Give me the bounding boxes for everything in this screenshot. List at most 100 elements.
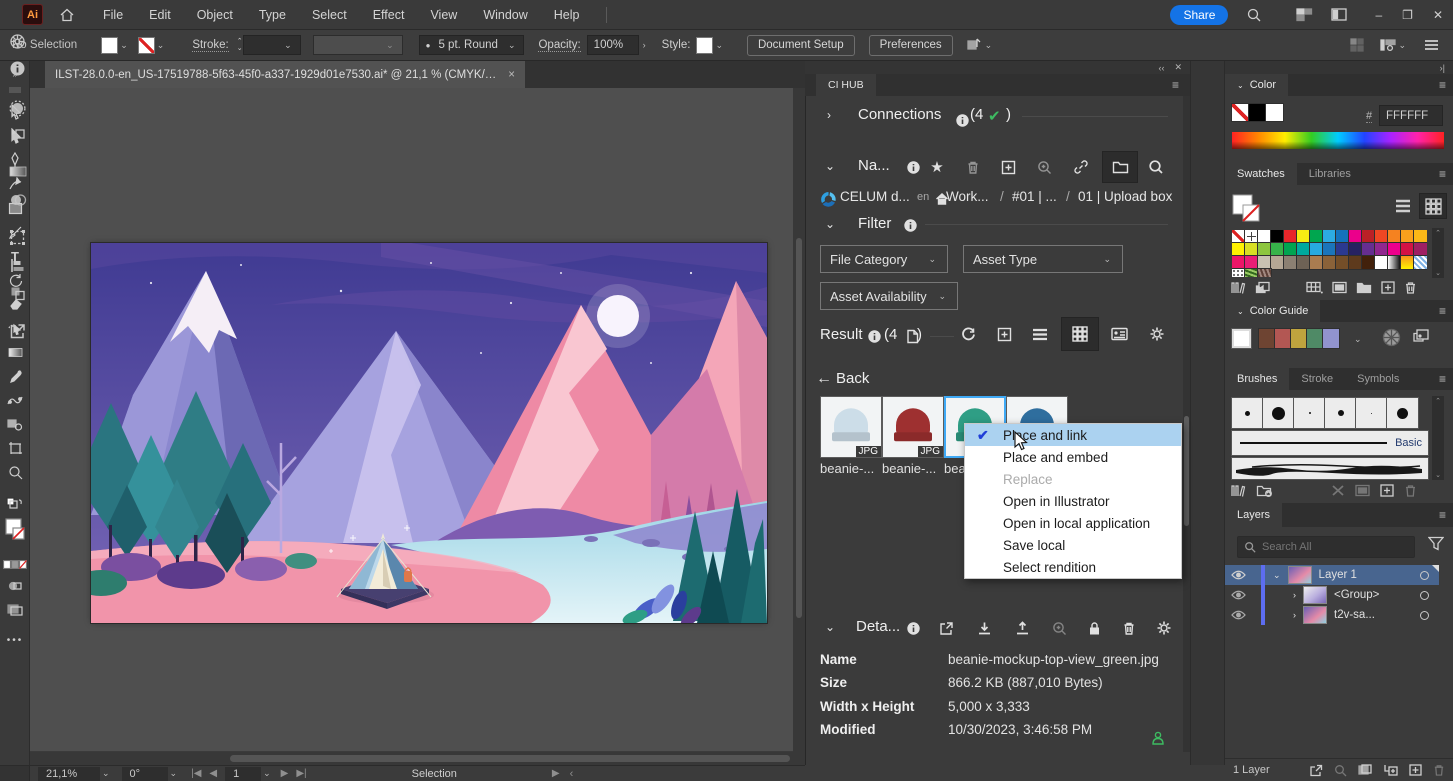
swatch[interactable] — [1297, 243, 1310, 256]
swatch[interactable] — [1232, 256, 1245, 269]
arrange-documents-icon[interactable] — [1296, 8, 1313, 22]
breadcrumb-connection[interactable]: CELUM d... — [840, 189, 910, 204]
swatch[interactable] — [1232, 230, 1245, 243]
asset-availability-dropdown[interactable]: Asset Availability⌄ — [820, 282, 958, 310]
add-box-icon[interactable] — [996, 155, 1020, 179]
brush-preset[interactable] — [1263, 398, 1294, 428]
swatch[interactable] — [1284, 243, 1297, 256]
horizontal-scrollbar[interactable] — [30, 752, 805, 765]
eye-icon[interactable] — [1225, 570, 1251, 580]
target-ring[interactable] — [1420, 611, 1429, 620]
libraries-panel-icon[interactable] — [1256, 484, 1273, 497]
tab-layers[interactable]: Layers — [1225, 503, 1282, 527]
swatch[interactable] — [1336, 256, 1349, 269]
cihub-wheel-icon[interactable] — [6, 30, 29, 53]
chevron-down-icon[interactable]: ⌄ — [825, 620, 835, 634]
layer-name[interactable]: t2v-sa... — [1334, 609, 1375, 621]
variable-width-profile[interactable]: ⌄ — [313, 35, 403, 55]
swatch[interactable] — [1375, 230, 1388, 243]
swatch[interactable] — [1362, 256, 1375, 269]
list-view-icon[interactable] — [1394, 198, 1412, 214]
swatch[interactable] — [1336, 230, 1349, 243]
next-artboard-icon[interactable]: ▶ — [281, 768, 289, 779]
home-icon[interactable] — [59, 7, 75, 23]
swatch[interactable] — [1258, 269, 1271, 277]
swatch[interactable] — [1349, 230, 1362, 243]
swatch[interactable] — [1388, 243, 1401, 256]
trash-icon[interactable] — [961, 155, 985, 179]
previous-artboard-icon[interactable]: ◀ — [209, 768, 217, 779]
refresh-icon[interactable] — [956, 322, 980, 346]
chevron-down-icon[interactable]: ⌄ — [825, 217, 835, 231]
export-panel-icon[interactable] — [6, 320, 29, 343]
layers-search-input[interactable] — [1262, 541, 1392, 553]
swatch[interactable] — [1245, 256, 1258, 269]
stroke-link[interactable]: Stroke: — [192, 39, 228, 52]
swatch[interactable] — [1414, 243, 1427, 256]
menu-help[interactable]: Help — [554, 8, 580, 22]
new-swatch-icon[interactable] — [1381, 281, 1395, 294]
hex-value-field[interactable]: FFFFFF — [1379, 105, 1443, 126]
add-box-icon[interactable] — [992, 322, 1016, 346]
document-setup-button[interactable]: Document Setup — [747, 35, 855, 56]
restore-button[interactable]: ❐ — [1402, 8, 1413, 22]
layer-name[interactable]: Layer 1 — [1319, 569, 1357, 581]
zoom-level-field[interactable]: 21,1% — [38, 767, 100, 781]
eye-icon[interactable] — [1225, 610, 1251, 620]
swatch[interactable] — [1362, 230, 1375, 243]
source-header[interactable]: Na... — [858, 157, 890, 174]
swatch-libraries-icon[interactable] — [1230, 281, 1246, 294]
chevron-down-icon[interactable]: ⌄ — [102, 768, 110, 779]
chevron-right-icon[interactable]: › — [1293, 610, 1296, 620]
breadcrumb-root[interactable]: Work... — [946, 189, 989, 204]
chevron-down-icon[interactable]: ⌄ — [170, 768, 178, 779]
chevron-down-icon[interactable]: ⌄ — [715, 40, 723, 51]
swatch[interactable] — [1401, 230, 1414, 243]
default-fill-stroke-icon[interactable] — [0, 493, 30, 515]
layers-search-box[interactable] — [1237, 536, 1415, 558]
last-artboard-icon[interactable]: ▶| — [296, 768, 306, 779]
close-panel-icon[interactable]: ✕ — [1174, 62, 1182, 73]
tab-symbols[interactable]: Symbols — [1345, 368, 1411, 390]
swatch[interactable] — [1323, 243, 1336, 256]
chevron-right-icon[interactable]: › — [1293, 590, 1296, 600]
collapse-column-icon[interactable]: ›| — [1440, 63, 1445, 73]
upload-icon[interactable] — [1010, 616, 1034, 640]
swatch[interactable] — [1258, 243, 1271, 256]
menu-item-save-local[interactable]: Save local — [965, 534, 1181, 556]
brush-preset[interactable] — [1232, 398, 1263, 428]
filter-header[interactable]: Filter — [858, 215, 891, 232]
tab-swatches[interactable]: Swatches — [1225, 163, 1297, 185]
swatch[interactable] — [1401, 256, 1414, 269]
touch-workspace-icon[interactable] — [1350, 38, 1364, 52]
menu-item-open-in-local-application[interactable]: Open in local application — [965, 512, 1181, 534]
layer-thumbnail[interactable] — [1304, 587, 1326, 603]
color-wheel-icon[interactable] — [1382, 328, 1401, 347]
zoom-in-icon[interactable] — [1032, 155, 1056, 179]
swatch[interactable] — [1284, 230, 1297, 243]
panel-menu-icon[interactable]: ≡ — [1439, 300, 1453, 322]
color-guide-strip[interactable] — [1259, 329, 1339, 348]
cihub-tab[interactable]: CI HUB — [816, 74, 876, 96]
workspace-switcher-icon[interactable] — [1331, 8, 1347, 21]
swatch[interactable] — [1349, 243, 1362, 256]
swatch[interactable] — [1414, 230, 1427, 243]
menu-object[interactable]: Object — [197, 8, 233, 22]
opacity-link[interactable]: Opacity: — [538, 39, 580, 52]
charcoal-brush-row[interactable] — [1232, 458, 1428, 479]
details-header[interactable]: Deta... — [856, 618, 900, 635]
appearance-panel-icon[interactable] — [6, 97, 29, 120]
new-layer-icon[interactable] — [1409, 764, 1422, 776]
arrange-windows-icon[interactable]: ⌄ — [1380, 38, 1408, 52]
open-external-icon[interactable] — [934, 616, 958, 640]
close-tab-icon[interactable]: × — [508, 69, 515, 81]
swatch[interactable] — [1245, 230, 1258, 243]
gradient-panel-icon[interactable] — [6, 160, 29, 183]
style-swatch[interactable] — [696, 37, 713, 54]
connections-header[interactable]: Connections — [858, 106, 941, 123]
align-glyphs-icon[interactable]: ⌄ — [965, 37, 995, 53]
close-button[interactable]: ✕ — [1433, 8, 1443, 22]
color-wells[interactable] — [1232, 104, 1283, 121]
vertical-scrollbar[interactable] — [793, 88, 805, 752]
target-ring[interactable] — [1420, 571, 1429, 580]
